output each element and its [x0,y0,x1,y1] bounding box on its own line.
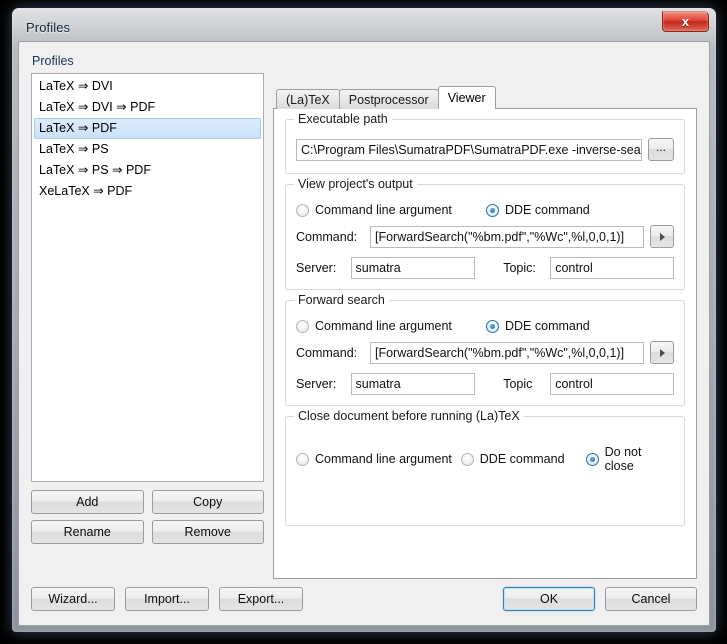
list-item[interactable]: LaTeX ⇒ PS ⇒ PDF [34,160,261,181]
view-output-dde-label: DDE command [505,203,590,217]
footer-left-buttons: Wizard... Import... Export... [31,587,303,611]
radio-selected-icon [486,319,499,333]
cancel-button[interactable]: Cancel [605,587,697,611]
remove-profile-button[interactable]: Remove [151,520,264,544]
footer-right-buttons: OK Cancel [503,587,697,611]
view-output-cmdline-radio[interactable]: Command line argument [296,203,486,217]
executable-path-row: C:\Program Files\SumatraPDF\SumatraPDF.e… [296,138,674,161]
dialog-client-area: Profiles LaTeX ⇒ DVI LaTeX ⇒ DVI ⇒ PDF L… [18,41,710,626]
radio-selected-icon [585,452,599,466]
radio-unselected-icon [296,452,309,466]
forward-search-server-input[interactable]: sumatra [350,373,476,395]
close-document-cmdline-label: Command line argument [315,452,452,466]
wizard-button[interactable]: Wizard... [31,587,115,611]
profiles-pane: Profiles LaTeX ⇒ DVI LaTeX ⇒ DVI ⇒ PDF L… [31,54,264,544]
dialog-footer: Wizard... Import... Export... OK Cancel [19,579,709,625]
profile-actions: Add Copy Rename Remove [31,490,264,544]
radio-unselected-icon [296,319,309,333]
forward-search-cmdline-radio[interactable]: Command line argument [296,319,486,333]
radio-unselected-icon [460,452,474,466]
tab-viewer[interactable]: Viewer [437,86,496,110]
forward-search-server-label: Server: [296,377,337,391]
view-output-server-input[interactable]: sumatra [350,257,476,279]
play-triangle-icon [659,348,665,357]
profiles-list-label: Profiles [32,54,74,68]
view-output-run-button[interactable] [650,225,674,248]
forward-search-group: Forward search Command line argument DDE… [285,293,685,406]
profiles-dialog-window: Profiles x Profiles LaTeX ⇒ DVI LaTeX ⇒ … [12,8,716,632]
forward-search-command-input[interactable]: [ForwardSearch("%bm.pdf","%Wc",%l,0,0,1)… [370,341,644,364]
import-button[interactable]: Import... [125,587,209,611]
forward-search-run-button[interactable] [650,341,674,364]
forward-search-cmdline-label: Command line argument [315,319,452,333]
export-button[interactable]: Export... [219,587,303,611]
close-document-title: Close document before running (La)TeX [294,409,524,423]
close-document-cmdline-radio[interactable]: Command line argument [296,452,461,466]
add-profile-button[interactable]: Add [31,490,144,514]
forward-search-title: Forward search [294,293,389,307]
view-output-cmdline-label: Command line argument [315,203,452,217]
forward-search-dde-radio[interactable]: DDE command [486,319,590,333]
forward-search-topic-label: Topic [503,377,533,391]
viewer-tab-panel: Executable path C:\Program Files\Sumatra… [273,108,697,579]
view-output-server-topic-row: Server: sumatra Topic: control [296,257,674,279]
close-document-donotclose-label: Do not close [604,445,642,473]
view-output-command-label: Command: [296,229,358,244]
view-output-server-label: Server: [296,261,337,275]
forward-search-server-topic-row: Server: sumatra Topic control [296,373,674,395]
list-item[interactable]: LaTeX ⇒ PDF [34,118,261,139]
executable-path-input[interactable]: C:\Program Files\SumatraPDF\SumatraPDF.e… [296,138,642,161]
close-document-donotclose-radio[interactable]: Do not close [585,445,674,473]
close-document-group: Close document before running (La)TeX Co… [285,409,685,526]
view-output-group: View project's output Command line argum… [285,177,685,290]
forward-search-radios: Command line argument DDE command [296,319,674,333]
tab-postprocessor[interactable]: Postprocessor [338,89,439,109]
list-item[interactable]: LaTeX ⇒ DVI [34,76,261,97]
forward-search-dde-label: DDE command [505,319,590,333]
close-icon: x [681,14,690,29]
radio-selected-icon [486,203,499,217]
view-output-command-input[interactable]: [ForwardSearch("%bm.pdf","%Wc",%l,0,0,1)… [370,225,644,248]
profiles-listbox[interactable]: LaTeX ⇒ DVI LaTeX ⇒ DVI ⇒ PDF LaTeX ⇒ PD… [31,73,264,482]
settings-pane: (La)TeX Postprocessor Viewer Executable … [273,86,697,579]
view-output-topic-input[interactable]: control [550,257,674,279]
list-item[interactable]: LaTeX ⇒ DVI ⇒ PDF [34,97,261,118]
executable-path-title: Executable path [294,112,392,126]
close-document-radios: Command line argument DDE command Do not… [296,445,674,473]
tab-latex[interactable]: (La)TeX [276,89,340,109]
close-window-button[interactable]: x [662,11,709,32]
view-output-title: View project's output [294,177,417,191]
forward-search-command-row: Command: [ForwardSearch("%bm.pdf","%Wc",… [296,341,674,364]
tab-strip: (La)TeX Postprocessor Viewer [273,86,697,110]
window-title: Profiles [26,19,71,35]
close-document-dde-radio[interactable]: DDE command [460,452,586,466]
view-output-radios: Command line argument DDE command [296,203,674,217]
forward-search-topic-input[interactable]: control [550,373,674,395]
radio-unselected-icon [296,203,309,217]
list-item[interactable]: XeLaTeX ⇒ PDF [34,181,261,202]
play-triangle-icon [659,232,665,241]
rename-profile-button[interactable]: Rename [31,520,144,544]
view-output-topic-label: Topic: [503,261,536,275]
close-document-dde-label: DDE command [479,452,565,466]
executable-path-group: Executable path C:\Program Files\Sumatra… [285,112,685,174]
ok-button[interactable]: OK [503,587,595,611]
forward-search-command-label: Command: [296,345,358,360]
title-bar[interactable]: Profiles x [18,11,710,40]
view-output-command-row: Command: [ForwardSearch("%bm.pdf","%Wc",… [296,225,674,248]
view-output-dde-radio[interactable]: DDE command [486,203,590,217]
browse-executable-button[interactable]: ... [648,138,674,161]
copy-profile-button[interactable]: Copy [151,490,264,514]
list-item[interactable]: LaTeX ⇒ PS [34,139,261,160]
